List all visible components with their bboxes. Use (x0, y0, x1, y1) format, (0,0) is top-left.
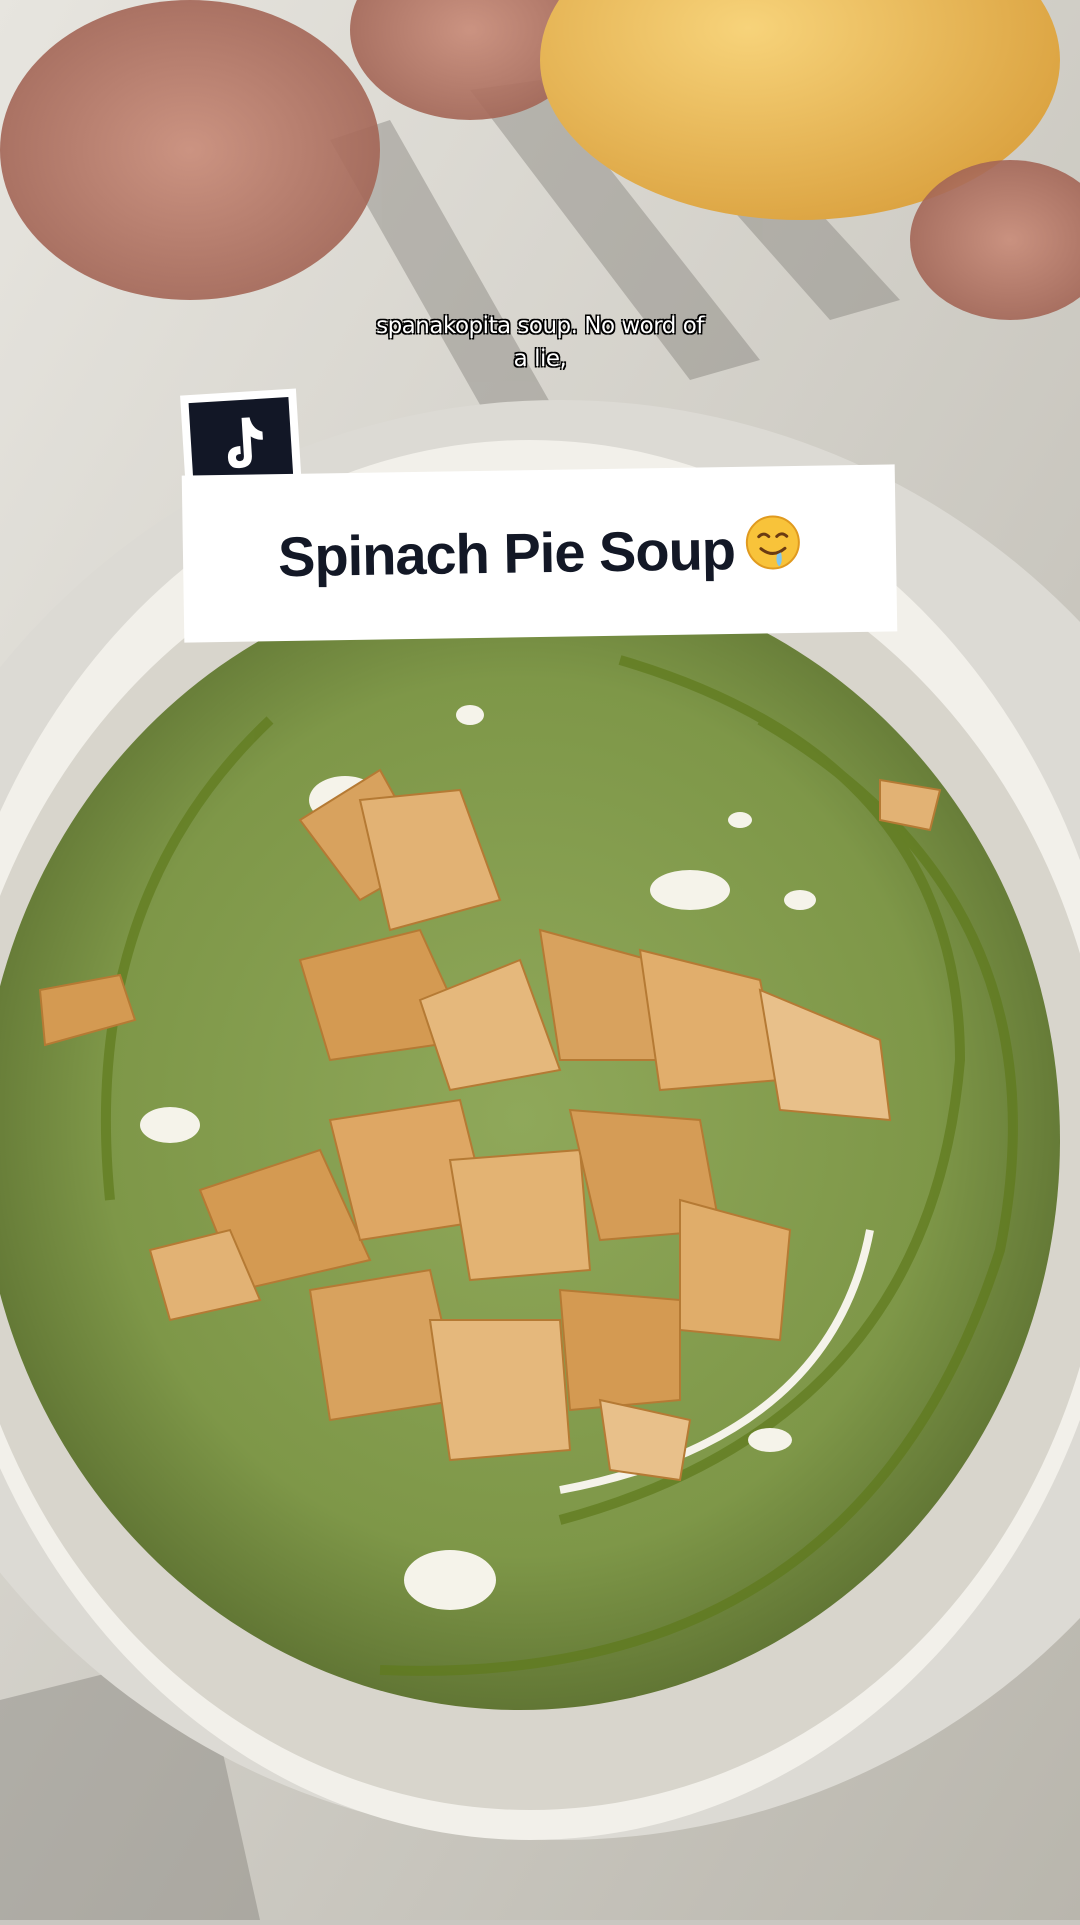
tiktok-note-icon (227, 417, 263, 469)
subtitle-caption: spanakopita soup. No word of a lie, (290, 310, 790, 376)
video-title: Spinach Pie Soup (183, 514, 897, 593)
caption-line-2: a lie, (513, 346, 567, 372)
video-title-card: Spinach Pie Soup (181, 464, 898, 643)
video-frame (0, 0, 1080, 1920)
drooling-face-icon (744, 514, 801, 584)
finger-left (0, 0, 380, 300)
video-title-text: Spinach Pie Soup (277, 517, 736, 588)
caption-line-1: spanakopita soup. No word of (376, 313, 704, 339)
